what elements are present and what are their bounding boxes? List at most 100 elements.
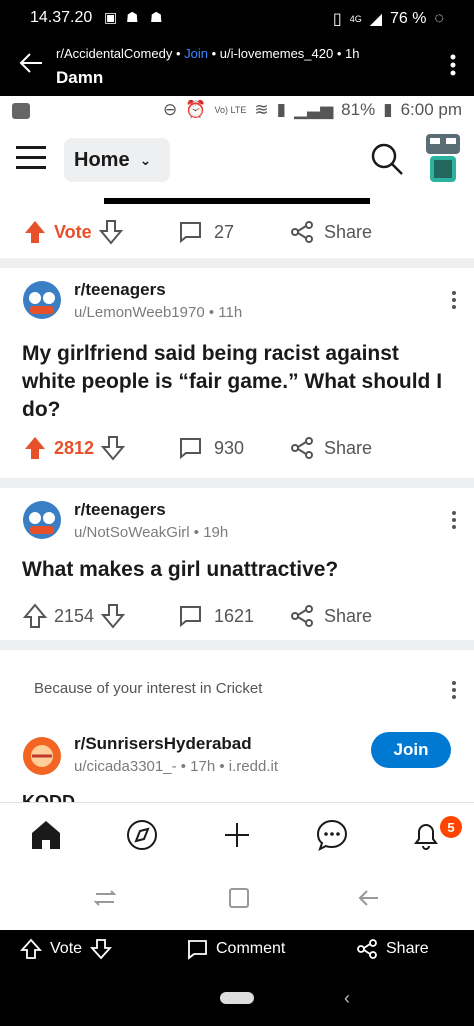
feed-post[interactable]: r/teenagers u/NotSoWeakGirl • 19h What m… bbox=[0, 488, 474, 640]
more-options-icon[interactable] bbox=[450, 54, 456, 76]
subreddit-name[interactable]: r/SunrisersHyderabad bbox=[74, 734, 252, 754]
share-button[interactable]: Share bbox=[290, 598, 372, 634]
clock: 6:00 pm bbox=[400, 100, 462, 119]
vote-group: 2154 bbox=[22, 598, 126, 634]
network-label: 4G bbox=[349, 14, 362, 24]
vibrate-icon: ▯ bbox=[332, 11, 342, 28]
vote-group: Vote bbox=[20, 938, 113, 960]
signal-icon: ◢ bbox=[369, 11, 383, 28]
comment-count: 1621 bbox=[214, 605, 255, 626]
more-options-icon[interactable] bbox=[451, 510, 457, 530]
more-options-icon[interactable] bbox=[451, 290, 457, 310]
share-button[interactable]: Share bbox=[290, 430, 372, 466]
back-arrow-icon[interactable] bbox=[18, 50, 44, 76]
notification-bell-icon[interactable] bbox=[408, 817, 444, 853]
subreddit-name[interactable]: r/teenagers bbox=[74, 280, 166, 300]
wifi-icon: ≋ bbox=[254, 100, 269, 119]
vote-label: Vote bbox=[50, 940, 83, 957]
back-icon[interactable]: ‹ bbox=[344, 988, 350, 1009]
share-button[interactable]: Share bbox=[356, 938, 429, 960]
battery-percent: 81% bbox=[341, 100, 376, 119]
feed-label: Home bbox=[74, 148, 130, 171]
author-name[interactable]: u/LemonWeeb1970 bbox=[74, 304, 205, 321]
signal-icon: ▁▃▅ bbox=[293, 100, 334, 119]
comment-icon bbox=[180, 606, 201, 628]
inner-status-bar: ⊖ ⏰ Vo) LTE ≋ ▮ ▁▃▅ 81% ▮ 6:00 pm bbox=[0, 96, 474, 126]
viewer-actions: Vote Comment Share ‹ bbox=[0, 930, 474, 1026]
share-label: Share bbox=[324, 605, 373, 626]
vote-group: Vote bbox=[22, 214, 124, 250]
comment-label: Comment bbox=[216, 940, 286, 957]
create-post-icon[interactable] bbox=[219, 817, 255, 853]
feed-divider bbox=[0, 640, 474, 650]
discover-icon[interactable] bbox=[124, 817, 160, 853]
back-icon[interactable] bbox=[356, 886, 382, 910]
upvote-icon[interactable] bbox=[22, 603, 48, 629]
post-age: 11h bbox=[218, 304, 243, 321]
upvote-icon[interactable] bbox=[22, 435, 48, 461]
battery-percent: 76 % bbox=[390, 10, 427, 27]
share-icon bbox=[291, 605, 313, 627]
downvote-icon[interactable] bbox=[98, 219, 124, 245]
notification-icon: ☗ bbox=[126, 9, 139, 25]
bottom-nav bbox=[0, 802, 474, 864]
post-title[interactable]: My girlfriend said being racist against … bbox=[22, 340, 452, 424]
post-image: ⊖ ⏰ Vo) LTE ≋ ▮ ▁▃▅ 81% ▮ 6:00 pm Home ⌄ bbox=[0, 96, 474, 930]
dnd-icon: ⊖ bbox=[163, 100, 178, 119]
author-name[interactable]: u/cicada3301_- bbox=[74, 758, 177, 775]
subreddit-link[interactable]: r/AccidentalComedy bbox=[56, 46, 172, 61]
reddit-topbar: Home ⌄ bbox=[0, 130, 474, 192]
subreddit-icon[interactable] bbox=[22, 736, 62, 776]
downvote-icon[interactable] bbox=[90, 938, 113, 960]
post-actions: Vote 27 Share bbox=[0, 214, 474, 250]
more-options-icon[interactable] bbox=[451, 680, 457, 700]
upvote-icon[interactable] bbox=[22, 219, 48, 245]
comments-button[interactable]: 27 bbox=[178, 214, 234, 250]
join-link[interactable]: Join bbox=[184, 46, 208, 61]
scroll-indicator bbox=[104, 198, 370, 204]
join-button[interactable]: Join bbox=[371, 732, 451, 768]
feed-selector[interactable]: Home ⌄ bbox=[64, 138, 170, 182]
downvote-icon[interactable] bbox=[100, 435, 126, 461]
post-author: u/NotSoWeakGirl • 19h bbox=[74, 524, 229, 541]
notification-icon: ▣ bbox=[104, 9, 118, 25]
chevron-down-icon: ⌄ bbox=[139, 151, 152, 168]
share-label: Share bbox=[324, 221, 373, 242]
recents-icon[interactable] bbox=[92, 886, 118, 910]
subreddit-name[interactable]: r/teenagers bbox=[74, 500, 166, 520]
status-time: 14.37.20 bbox=[30, 9, 93, 26]
recommended-post[interactable]: Because of your interest in Cricket r/Su… bbox=[0, 650, 474, 812]
comments-button[interactable]: 1621 bbox=[178, 598, 254, 634]
search-icon[interactable] bbox=[370, 142, 404, 176]
alarm-icon: ⏰ bbox=[185, 100, 207, 119]
post-meta: r/AccidentalComedy • Join • u/i-lovememe… bbox=[56, 46, 360, 61]
home-button-icon[interactable] bbox=[226, 886, 252, 910]
subreddit-icon[interactable] bbox=[22, 500, 62, 540]
battery-icon: ▮ bbox=[383, 100, 393, 119]
viewer-header: r/AccidentalComedy • Join • u/i-lovememe… bbox=[0, 36, 474, 94]
gesture-pill[interactable] bbox=[220, 992, 254, 1004]
comment-icon bbox=[180, 438, 201, 460]
subreddit-icon[interactable] bbox=[22, 280, 62, 320]
sim-icon: ▮ bbox=[276, 100, 286, 119]
feed-post[interactable]: r/teenagers u/LemonWeeb1970 • 11h My gir… bbox=[0, 268, 474, 478]
menu-icon[interactable] bbox=[16, 146, 46, 170]
comments-button[interactable]: 930 bbox=[178, 430, 244, 466]
chat-icon[interactable] bbox=[314, 817, 350, 853]
home-icon[interactable] bbox=[28, 817, 64, 853]
post-title[interactable]: What makes a girl unattractive? bbox=[22, 556, 452, 584]
upvote-icon[interactable] bbox=[20, 938, 42, 960]
post-age: 19h bbox=[203, 524, 229, 541]
comment-button[interactable]: Comment bbox=[186, 938, 285, 960]
share-label: Share bbox=[324, 437, 373, 458]
post-actions: 2812 930 Share bbox=[0, 430, 474, 466]
share-button[interactable]: Share bbox=[290, 214, 372, 250]
author-name[interactable]: u/NotSoWeakGirl bbox=[74, 524, 190, 541]
volte-label: Vo) LTE bbox=[214, 105, 247, 115]
author-link[interactable]: u/i-lovememes_420 bbox=[220, 46, 333, 61]
share-label: Share bbox=[386, 940, 429, 957]
avatar[interactable] bbox=[420, 130, 466, 186]
downvote-icon[interactable] bbox=[100, 603, 126, 629]
post-author: u/cicada3301_- • 17h • i.redd.it bbox=[74, 758, 278, 775]
share-icon bbox=[357, 939, 377, 959]
